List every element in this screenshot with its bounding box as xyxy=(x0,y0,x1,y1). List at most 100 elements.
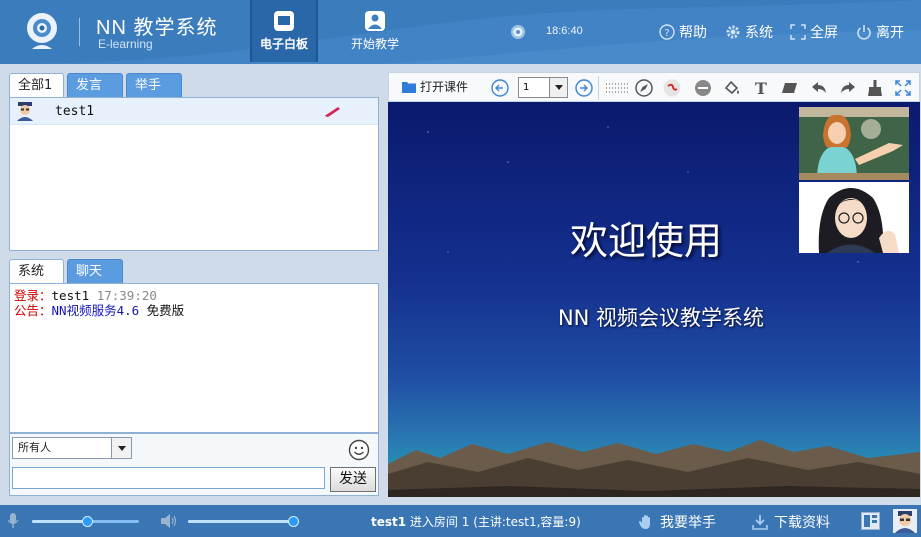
fullscreen-label: 全屏 xyxy=(810,25,838,41)
gear-icon xyxy=(726,25,740,39)
pen-icon xyxy=(325,107,340,117)
download-button[interactable]: 下载资料 xyxy=(752,512,830,532)
help-label: 帮助 xyxy=(679,25,707,41)
chevron-down-icon[interactable] xyxy=(111,438,131,458)
message-user: test1 xyxy=(51,288,90,303)
message-log: 登录：test1 17:39:20 公告：NN视频服务4.6 免费版 xyxy=(9,283,379,433)
layout-toggle-icon[interactable] xyxy=(861,512,880,530)
page-select[interactable]: 1 xyxy=(518,77,568,98)
tab-raise-hand[interactable]: 举手 xyxy=(126,73,182,97)
tab-speaking[interactable]: 发言 xyxy=(67,73,123,97)
status-user: test1 xyxy=(371,515,407,529)
power-icon xyxy=(857,25,871,40)
emoji-icon[interactable] xyxy=(348,439,370,461)
fullscreen-icon[interactable] xyxy=(894,79,912,97)
speaker-icon[interactable] xyxy=(160,513,178,529)
mic-volume-handle[interactable] xyxy=(82,516,93,527)
leave-label: 离开 xyxy=(876,25,904,41)
message-extra: 免费版 xyxy=(139,303,185,318)
help-button[interactable]: ? 帮助 xyxy=(659,22,707,42)
prev-page-icon[interactable] xyxy=(491,79,509,97)
send-button[interactable]: 发送 xyxy=(330,467,376,492)
folder-icon xyxy=(402,82,416,93)
user-list: test1 xyxy=(9,97,379,251)
pen-icon[interactable] xyxy=(663,79,681,97)
redo-icon[interactable] xyxy=(839,79,857,97)
settings-button[interactable]: 系统 xyxy=(725,22,773,42)
user-tabs: 全部1 发言 举手 xyxy=(9,73,182,98)
raise-hand-label: 我要举手 xyxy=(660,515,716,531)
page-number: 1 xyxy=(523,82,530,93)
leave-button[interactable]: 离开 xyxy=(856,22,904,42)
speaker-volume-fill xyxy=(188,520,294,523)
status-bar: test1 进入房间 1 (主讲:test1,容量:9) 我要举手 下载资料 xyxy=(0,505,921,537)
raise-hand-button[interactable]: 我要举手 xyxy=(638,512,716,532)
teacher-icon xyxy=(365,11,385,31)
mic-volume-fill xyxy=(32,520,88,523)
user-name: test1 xyxy=(55,103,95,119)
user-avatar[interactable] xyxy=(893,509,917,533)
next-page-icon[interactable] xyxy=(575,79,593,97)
app-title: NN 教学系统 xyxy=(96,17,218,39)
speaker-volume-handle[interactable] xyxy=(288,516,299,527)
user-avatar xyxy=(17,102,33,121)
mode-tab-whiteboard[interactable]: 电子白板 xyxy=(250,0,318,62)
video-thumbnail-teacher[interactable] xyxy=(799,107,909,180)
recipient-value: 所有人 xyxy=(18,441,51,454)
slide-subtitle: NN 视频会议教学系统 xyxy=(557,306,765,330)
message-tabs: 系统 聊天 xyxy=(9,259,123,284)
message-label: 公告： xyxy=(14,303,52,318)
dotted-select-icon[interactable] xyxy=(605,79,629,97)
mode-tab-label: 电子白板 xyxy=(259,37,308,51)
microphone-icon[interactable] xyxy=(7,513,19,529)
message-text: NN视频服务4.6 xyxy=(51,303,140,318)
message-line: 登录：test1 17:39:20 xyxy=(14,288,374,303)
tab-all-users[interactable]: 全部1 xyxy=(9,73,64,98)
hand-icon xyxy=(639,515,650,529)
open-courseware-label: 打开课件 xyxy=(420,80,469,94)
whiteboard-icon xyxy=(274,11,294,31)
settings-label: 系统 xyxy=(745,25,773,41)
tab-chat[interactable]: 聊天 xyxy=(67,259,123,283)
app-subtitle: E-learning xyxy=(98,37,153,51)
mic-volume-slider[interactable] xyxy=(32,516,139,527)
eraser-icon[interactable] xyxy=(781,79,799,97)
download-label: 下载资料 xyxy=(774,515,830,531)
status-text: 进入房间 1 (主讲:test1,容量:9) xyxy=(406,515,581,529)
student-video-image xyxy=(799,182,909,253)
clock-icon xyxy=(511,25,525,39)
whiteboard-canvas[interactable]: 欢迎使用 NN 视频会议教学系统 xyxy=(388,102,920,497)
clear-brush-icon[interactable] xyxy=(866,79,884,97)
open-courseware-button[interactable]: 打开课件 xyxy=(402,78,468,95)
webcam-logo-icon xyxy=(27,13,57,49)
message-time: 17:39:20 xyxy=(96,288,157,303)
list-item[interactable]: test1 xyxy=(10,98,378,125)
text-icon[interactable]: T xyxy=(752,79,770,97)
message-line: 公告：NN视频服务4.6 免费版 xyxy=(14,303,374,318)
mode-tab-start-teaching[interactable]: 开始教学 xyxy=(340,0,410,62)
tab-system[interactable]: 系统 xyxy=(9,259,64,284)
speaker-volume-slider[interactable] xyxy=(188,516,299,527)
video-thumbnail-student[interactable] xyxy=(799,182,909,253)
chat-input[interactable] xyxy=(12,467,325,489)
room-status: test1 进入房间 1 (主讲:test1,容量:9) xyxy=(371,513,581,530)
toolbar-divider xyxy=(598,76,599,100)
mode-tab-label: 开始教学 xyxy=(350,37,399,51)
svg-text:T: T xyxy=(755,79,767,97)
compass-icon[interactable] xyxy=(635,79,653,97)
help-icon: ? xyxy=(659,24,675,40)
fullscreen-icon xyxy=(790,24,806,40)
teacher-video-image xyxy=(799,107,909,180)
clock-time: 18:6:40 xyxy=(546,25,583,37)
undo-icon[interactable] xyxy=(810,79,828,97)
svg-text:?: ? xyxy=(664,28,669,39)
fullscreen-button[interactable]: 全屏 xyxy=(790,22,838,42)
whiteboard-toolbar: 打开课件 1 T xyxy=(388,72,920,102)
header-bar: NN 教学系统 E-learning 电子白板 开始教学 18:6:40 ? 帮… xyxy=(0,0,921,64)
fill-icon[interactable] xyxy=(723,79,741,97)
line-icon[interactable] xyxy=(694,79,712,97)
chevron-down-icon[interactable] xyxy=(549,78,567,97)
logo-divider xyxy=(79,18,80,46)
recipient-select[interactable]: 所有人 xyxy=(12,437,132,459)
message-label: 登录： xyxy=(14,288,52,303)
